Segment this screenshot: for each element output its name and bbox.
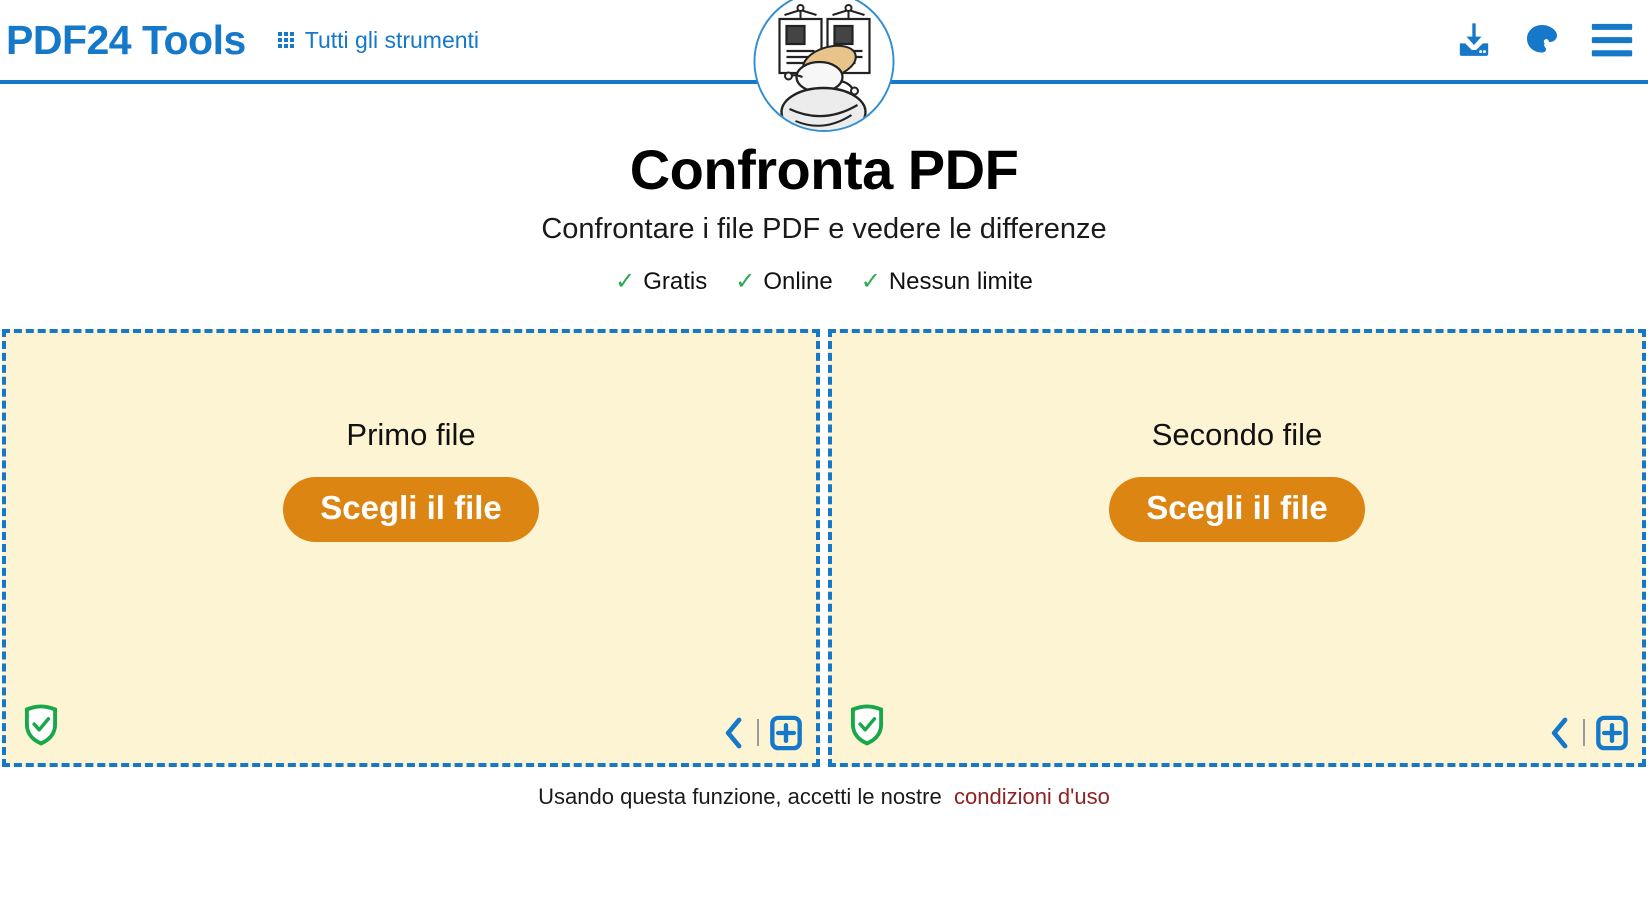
chevron-left-icon[interactable] xyxy=(722,717,746,749)
dropzone-title: Secondo file xyxy=(1151,416,1323,452)
feature-label: Gratis xyxy=(643,267,708,295)
shield-check-glyph xyxy=(850,704,884,746)
shield-check-glyph xyxy=(24,704,58,746)
dropzone-second-file[interactable]: Secondo file Scegli il file xyxy=(828,328,1646,767)
feature-label: Nessun limite xyxy=(888,267,1033,295)
check-icon: ✓ xyxy=(615,267,636,295)
grid-icon xyxy=(277,32,294,48)
palette-icon[interactable] xyxy=(1522,20,1562,60)
choose-file-button-first[interactable]: Scegli il file xyxy=(283,476,539,542)
dropzone-toolbar xyxy=(1548,715,1628,751)
dropzone-title: Primo file xyxy=(346,416,476,452)
shield-check-icon[interactable] xyxy=(23,704,59,751)
check-icon: ✓ xyxy=(735,267,756,295)
terms-notice-text: Usando questa funzione, accetti le nostr… xyxy=(538,783,942,809)
compare-pdf-logo-art xyxy=(755,0,893,130)
feature-badge-online: ✓ Online xyxy=(735,268,832,296)
toolbar-divider xyxy=(757,719,759,747)
file-dropzone-row: Primo file Scegli il file Secondo file S… xyxy=(0,328,1648,767)
dropzone-content: Secondo file Scegli il file xyxy=(832,333,1642,542)
check-icon: ✓ xyxy=(860,267,881,295)
hamburger-menu-icon[interactable] xyxy=(1590,21,1634,59)
feature-badge-list: ✓ Gratis ✓ Online ✓ Nessun limite xyxy=(0,268,1648,296)
feature-badge-nessun-limite: ✓ Nessun limite xyxy=(861,268,1033,296)
shield-check-icon[interactable] xyxy=(849,704,885,751)
site-header: PDF24 Tools Tutti gli strumenti xyxy=(0,0,1648,132)
dropzone-content: Primo file Scegli il file xyxy=(6,333,816,542)
terms-link[interactable]: condizioni d'uso xyxy=(954,784,1110,809)
choose-file-button-second[interactable]: Scegli il file xyxy=(1109,476,1365,542)
dropzone-toolbar xyxy=(722,715,802,751)
all-tools-label: Tutti gli strumenti xyxy=(304,26,480,53)
page-title: Confronta PDF xyxy=(629,138,1019,201)
toolbar-divider xyxy=(1583,719,1585,747)
feature-badge-gratis: ✓ Gratis xyxy=(615,268,707,296)
header-icon-group xyxy=(1454,20,1634,60)
add-document-icon[interactable] xyxy=(1596,715,1628,751)
download-icon[interactable] xyxy=(1454,20,1494,60)
chevron-left-icon[interactable] xyxy=(1548,717,1572,749)
brand-logo-text[interactable]: PDF24 Tools xyxy=(6,19,246,61)
all-tools-link[interactable]: Tutti gli strumenti xyxy=(277,26,480,54)
page-subtitle: Confrontare i file PDF e vedere le diffe… xyxy=(541,212,1107,245)
dropzone-first-file[interactable]: Primo file Scegli il file xyxy=(2,328,820,767)
terms-notice: Usando questa funzione, accetti le nostr… xyxy=(0,784,1648,810)
feature-label: Online xyxy=(763,267,833,295)
add-document-icon[interactable] xyxy=(770,715,802,751)
